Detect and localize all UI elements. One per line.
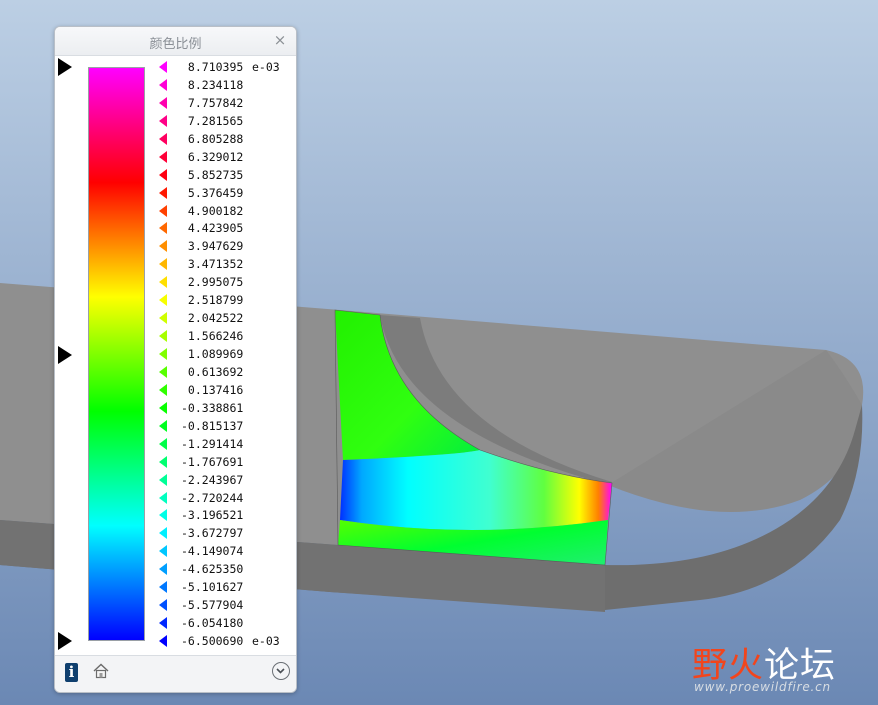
scale-tick-marker <box>159 348 167 360</box>
scale-tick-marker <box>159 132 167 145</box>
scale-value-label: -6.054180 <box>181 616 244 631</box>
scale-value-label: 4.423905 <box>181 221 244 236</box>
scale-tick-marker <box>159 114 167 127</box>
scale-tick-marker <box>159 455 167 468</box>
scale-tick-marker <box>159 78 167 91</box>
home-icon[interactable] <box>92 662 110 680</box>
scale-value-label: -3.672797 <box>181 526 244 541</box>
scale-tick-marker <box>159 635 167 647</box>
scale-tick-marker <box>159 276 167 289</box>
scale-value-label: -0.815137 <box>181 418 244 433</box>
scale-tick-marker <box>159 61 167 73</box>
scale-value-label: 6.329012 <box>181 149 244 164</box>
scale-value-label: 3.947629 <box>181 239 244 254</box>
scale-tick-marker <box>159 258 167 271</box>
color-gradient-bar[interactable] <box>88 67 145 641</box>
scale-value-label: 3.471352 <box>181 257 244 272</box>
scale-value-label: -2.720244 <box>181 490 244 505</box>
scale-tick-marker <box>159 186 167 199</box>
scale-tick-marker <box>159 563 167 576</box>
scale-tick-marker <box>159 545 167 558</box>
scale-value-label: 7.281565 <box>181 113 244 128</box>
scale-tick-marker <box>159 617 167 630</box>
panel-footer: i <box>55 655 296 692</box>
scale-tick-marker <box>159 401 167 414</box>
panel-header[interactable]: 颜色比例 × <box>55 27 296 56</box>
scale-value-label: -5.101627 <box>181 580 244 595</box>
range-slider-handle[interactable] <box>58 58 72 76</box>
scale-tick-marker <box>159 437 167 450</box>
color-scale-panel[interactable]: 颜色比例 × 8.710395 8.234118 7.757842 7.2815… <box>54 26 297 693</box>
scale-value-label: 1.566246 <box>181 329 244 344</box>
scale-tick-marker <box>159 222 167 235</box>
scale-value-label: 8.710395 <box>181 60 244 74</box>
scale-tick-marker <box>159 527 167 540</box>
panel-title: 颜色比例 <box>149 37 202 52</box>
range-slider-handle[interactable] <box>58 632 72 650</box>
scale-tick-marker <box>159 383 167 396</box>
scale-tick-marker <box>159 473 167 486</box>
scale-value-label: -2.243967 <box>181 472 244 487</box>
scale-value-label: 5.852735 <box>181 167 244 182</box>
exponent-top-label: e-03 <box>252 60 280 74</box>
scale-tick-marker <box>159 204 167 217</box>
scale-tick-marker <box>159 150 167 163</box>
scale-tick-marker <box>159 365 167 378</box>
scale-value-label: 1.089969 <box>181 347 244 361</box>
scale-value-label: -3.196521 <box>181 508 244 523</box>
scale-tick-marker <box>159 330 167 343</box>
scale-tick-marker <box>159 599 167 612</box>
scale-value-label: 0.137416 <box>181 382 244 397</box>
scale-value-label: -4.625350 <box>181 562 244 577</box>
chevron-down-icon[interactable] <box>272 662 290 680</box>
scale-tick-marker <box>159 96 167 109</box>
scale-value-label: 2.518799 <box>181 293 244 308</box>
scale-value-label: 0.613692 <box>181 364 244 379</box>
watermark-url: www.proewildfire.cn <box>694 680 831 694</box>
scale-value-label: 4.900182 <box>181 203 244 218</box>
scale-tick-marker <box>159 168 167 181</box>
info-icon[interactable]: i <box>65 663 78 682</box>
exponent-bottom-label: e-03 <box>252 634 280 648</box>
close-icon[interactable]: × <box>272 31 288 49</box>
scale-value-label: -6.500690 <box>181 634 244 648</box>
scale-value-label: 8.234118 <box>181 77 244 92</box>
forum-watermark: 野火论坛 www.proewildfire.cn <box>690 625 870 700</box>
scale-tick-marker <box>159 240 167 253</box>
scale-value-label: -4.149074 <box>181 544 244 559</box>
scale-value-label: -5.577904 <box>181 598 244 613</box>
scale-value-label: 6.805288 <box>181 131 244 146</box>
scale-tick-marker <box>159 509 167 522</box>
scale-value-label: -0.338861 <box>181 400 244 415</box>
scale-tick-marker <box>159 312 167 325</box>
scale-value-label: -1.767691 <box>181 454 244 469</box>
scale-tick-marker <box>159 491 167 504</box>
scale-value-label: 2.995075 <box>181 275 244 290</box>
scale-value-label: -1.291414 <box>181 436 244 451</box>
scale-tick-marker <box>159 581 167 594</box>
scale-value-label: 5.376459 <box>181 185 244 200</box>
scale-value-label: 2.042522 <box>181 311 244 326</box>
scale-tick-marker <box>159 419 167 432</box>
scale-value-label: 7.757842 <box>181 95 244 110</box>
range-slider-handle[interactable] <box>58 345 72 364</box>
scale-tick-marker <box>159 294 167 307</box>
